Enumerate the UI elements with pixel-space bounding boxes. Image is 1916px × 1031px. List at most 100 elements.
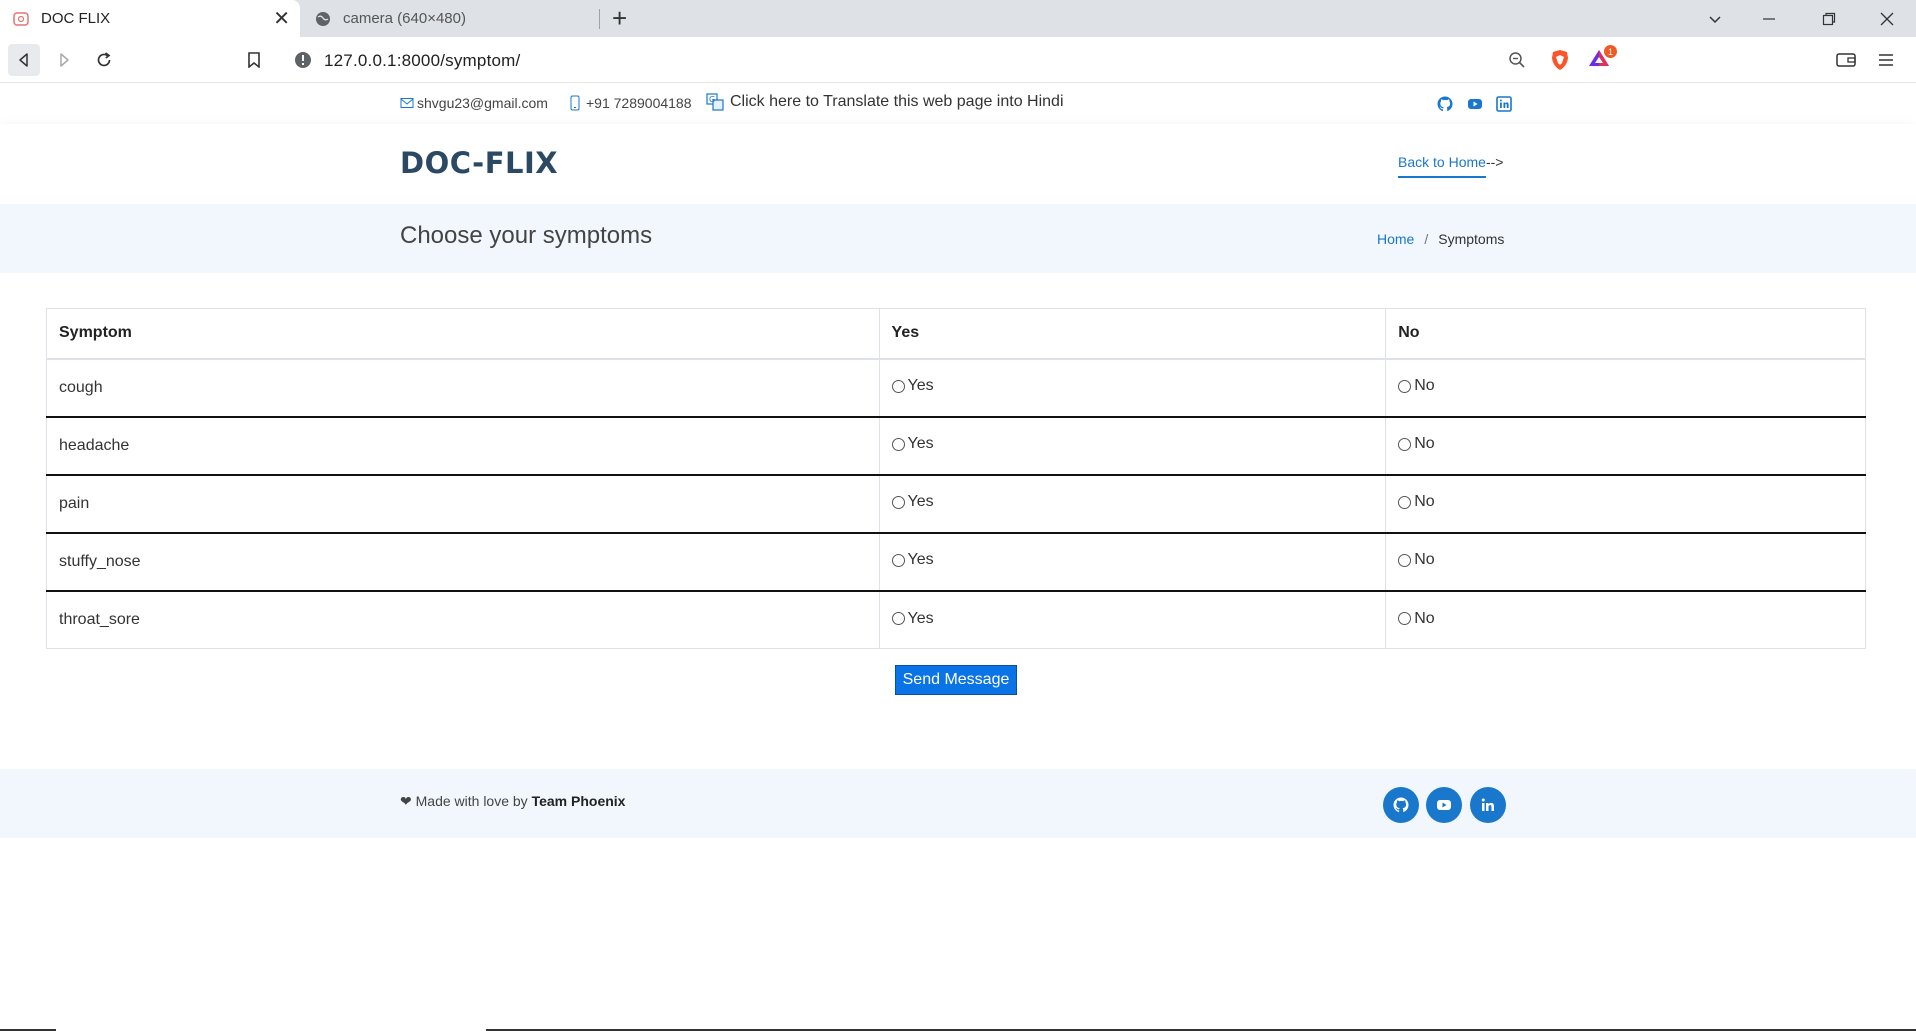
breadcrumb-separator: / [1424, 231, 1429, 247]
url-text[interactable]: 127.0.0.1:8000/symptom/ [324, 51, 520, 71]
symptom-name: stuffy_nose [46, 531, 880, 591]
footer-linkedin-button[interactable] [1470, 787, 1506, 823]
site-header: DOC-FLIX Back to Home--> [0, 124, 1916, 204]
breadcrumb-section: Choose your symptoms Home / Symptoms [0, 204, 1916, 273]
tab-camera[interactable]: camera (640×480) [302, 0, 600, 37]
phone-contact[interactable]: +91 7289004188 [570, 95, 692, 111]
heart-icon: ❤ [400, 793, 412, 809]
translate-icon: G [706, 93, 724, 111]
reload-button[interactable] [88, 44, 120, 76]
youtube-icon[interactable] [1467, 96, 1483, 112]
tab-doc-flix[interactable]: DOC FLIX ✕ [0, 0, 300, 37]
send-message-button[interactable]: Send Message [895, 665, 1017, 695]
footer-github-button[interactable] [1383, 787, 1419, 823]
wallet-icon [1836, 53, 1856, 67]
no-radio[interactable]: No [1398, 377, 1435, 395]
back-to-home-nav: Back to Home--> [1398, 154, 1504, 178]
github-icon [1393, 797, 1409, 813]
footer-credit: ❤ Made with love by Team Phoenix [400, 793, 625, 810]
close-tab-icon[interactable]: ✕ [273, 6, 290, 31]
no-cell: No [1385, 358, 1866, 417]
translate-link[interactable]: G Click here to Translate this web page … [706, 93, 1064, 111]
radio-circle[interactable] [891, 612, 905, 625]
yes-label: Yes [907, 377, 934, 395]
github-icon[interactable] [1437, 96, 1453, 112]
table-row: throat_sore Yes No [46, 589, 1866, 649]
yes-label: Yes [907, 435, 934, 453]
table-row: stuffy_nose Yes No [46, 531, 1866, 591]
site-logo[interactable]: DOC-FLIX [400, 146, 558, 180]
forward-button[interactable] [48, 44, 80, 76]
radio-circle[interactable] [891, 553, 905, 567]
new-tab-plus-icon[interactable]: + [612, 3, 627, 34]
close-window-icon[interactable] [1864, 0, 1910, 37]
restore-icon[interactable] [1806, 0, 1852, 37]
symptom-name: pain [46, 473, 880, 533]
symptoms-table: Symptom Yes No cough Yes No headache Yes… [46, 308, 1866, 649]
breadcrumb-home-link[interactable]: Home [1377, 231, 1414, 247]
radio-circle[interactable] [1398, 437, 1412, 451]
site-footer: ❤ Made with love by Team Phoenix [0, 769, 1916, 838]
symptom-name: cough [46, 358, 880, 417]
contact-topbar: shvgu23@gmail.com +91 7289004188 G Click… [0, 84, 1916, 124]
yes-radio[interactable]: Yes [891, 551, 934, 569]
svg-text:G: G [709, 95, 715, 104]
yes-cell: Yes [878, 415, 1387, 475]
no-cell: No [1385, 415, 1866, 475]
browser-tab-bar: DOC FLIX ✕ camera (640×480) + [0, 0, 1916, 37]
site-info-icon[interactable] [294, 51, 312, 69]
yes-radio[interactable]: Yes [891, 435, 934, 453]
radio-circle[interactable] [1398, 379, 1412, 393]
back-arrow-icon [19, 53, 28, 67]
made-with-text: Made with love by [415, 793, 528, 809]
yes-label: Yes [907, 551, 934, 569]
back-arrow-text: --> [1485, 154, 1504, 170]
rewards-badge: 1 [1604, 45, 1617, 58]
yes-radio[interactable]: Yes [891, 493, 934, 511]
radio-circle[interactable] [1398, 495, 1412, 509]
phone-text: +91 7289004188 [586, 95, 692, 111]
address-bar[interactable]: 127.0.0.1:8000/symptom/ 1 [282, 42, 1632, 78]
table-row: headache Yes No [46, 415, 1866, 475]
symptom-name: throat_sore [46, 589, 880, 649]
radio-circle[interactable] [891, 437, 905, 451]
browser-toolbar: 127.0.0.1:8000/symptom/ 1 [0, 37, 1916, 83]
radio-circle[interactable] [1398, 553, 1412, 567]
yes-cell: Yes [878, 473, 1387, 533]
team-name: Team Phoenix [531, 793, 626, 809]
column-header-no: No [1385, 308, 1866, 360]
tab-title: DOC FLIX [41, 10, 111, 27]
radio-circle[interactable] [891, 379, 905, 393]
reload-icon [97, 52, 111, 67]
zoom-icon[interactable] [1508, 51, 1526, 69]
minimize-icon[interactable] [1746, 0, 1792, 37]
no-label: No [1414, 493, 1435, 511]
yes-cell: Yes [878, 589, 1387, 649]
radio-circle[interactable] [1398, 612, 1412, 625]
menu-button[interactable] [1870, 44, 1902, 76]
linkedin-icon[interactable] [1496, 96, 1512, 112]
back-button[interactable] [8, 44, 40, 76]
footer-youtube-button[interactable] [1426, 787, 1462, 823]
no-label: No [1414, 377, 1435, 395]
bookmark-button[interactable] [238, 44, 270, 76]
radio-circle[interactable] [891, 495, 905, 509]
doc-flix-favicon-icon [13, 12, 29, 26]
back-to-home-link[interactable]: Back to Home [1398, 154, 1486, 178]
yes-radio[interactable]: Yes [891, 377, 934, 395]
yes-radio[interactable]: Yes [891, 610, 934, 628]
no-radio[interactable]: No [1398, 493, 1435, 511]
no-label: No [1414, 435, 1435, 453]
translate-text: Click here to Translate this web page in… [730, 93, 1064, 110]
no-radio[interactable]: No [1398, 610, 1435, 628]
no-radio[interactable]: No [1398, 551, 1435, 569]
brave-shields-icon[interactable] [1550, 49, 1570, 71]
linkedin-icon [1481, 798, 1494, 811]
no-radio[interactable]: No [1398, 435, 1435, 453]
wallet-button[interactable] [1830, 44, 1862, 76]
tab-search-chevron-icon[interactable] [1692, 0, 1738, 37]
table-header-row: Symptom Yes No [46, 308, 1866, 360]
email-contact[interactable]: shvgu23@gmail.com [400, 95, 548, 111]
breadcrumb: Home / Symptoms [1377, 231, 1504, 247]
phone-icon [570, 95, 580, 111]
